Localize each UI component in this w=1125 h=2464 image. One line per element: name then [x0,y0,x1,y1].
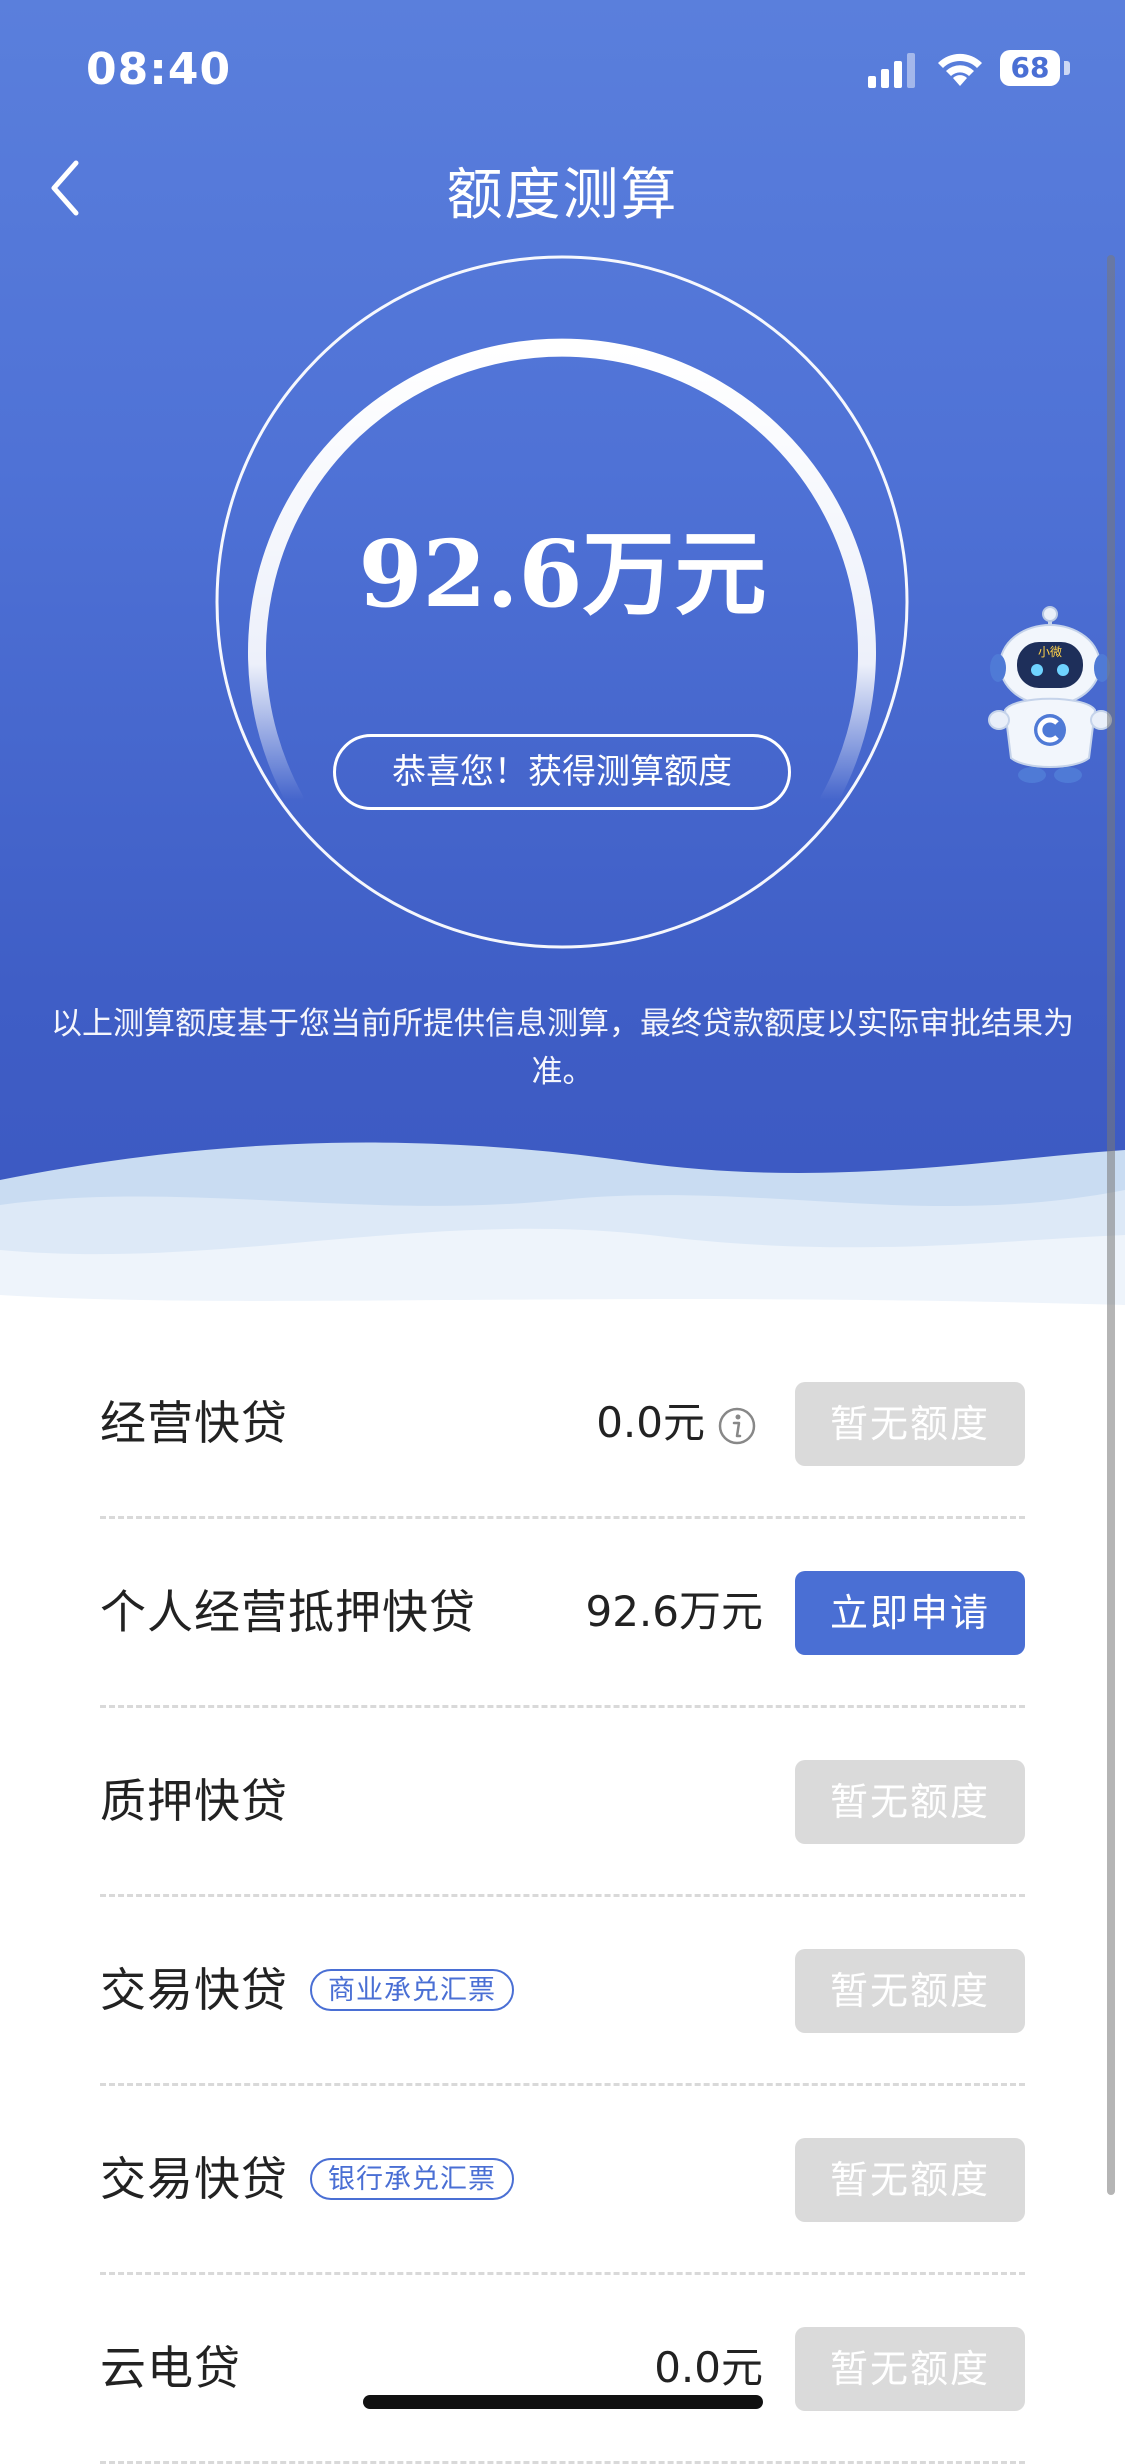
product-name: 个人经营抵押快贷 [100,1519,476,1705]
estimated-amount: 92.6万元 [358,520,767,628]
list-item: 云电贷 0.0元 暂无额度 [100,2275,1025,2464]
list-item: 交易快贷 商业承兑汇票 暂无额度 [100,1897,1025,2086]
loan-product-list: 经营快贷 0.0元 暂无额度 个人经营抵押快贷 92.6万元 立即申请 质押快贷… [100,1330,1025,2464]
product-name-label: 交易快贷 [100,2152,288,2206]
product-tag: 银行承兑汇票 [310,2157,514,2200]
no-quota-button: 暂无额度 [795,1382,1025,1466]
apply-now-button[interactable]: 立即申请 [795,1571,1025,1655]
no-quota-button: 暂无额度 [795,1760,1025,1844]
battery-indicator: 68 [1000,50,1060,86]
home-indicator[interactable] [363,2395,763,2409]
product-name-label: 质押快贷 [100,1774,288,1828]
assistant-robot-mascot-icon[interactable]: 小微 [985,600,1115,785]
congrats-badge: 恭喜您！获得测算额度 [333,734,791,810]
info-icon[interactable] [717,1406,757,1446]
list-item: 经营快贷 0.0元 暂无额度 [100,1330,1025,1519]
status-bar: 08:40 68 [0,0,1125,140]
product-name: 云电贷 [100,2275,241,2461]
battery-tip [1064,61,1070,75]
mascot-badge-text: 小微 [1038,645,1062,659]
disclaimer-text: 以上测算额度基于您当前所提供信息测算，最终贷款额度以实际审批结果为准。 [51,1006,1074,1090]
product-name-label: 经营快贷 [100,1396,288,1450]
no-quota-button: 暂无额度 [795,2327,1025,2411]
no-quota-button: 暂无额度 [795,1949,1025,2033]
page-title: 额度测算 [446,163,679,228]
scrollbar[interactable] [1107,255,1115,2195]
product-amount: 92.6万元 [585,1587,763,1636]
wave-decoration [0,1142,1125,1340]
product-amount: 0.0元 [596,1398,705,1447]
list-item: 交易快贷 银行承兑汇票 暂无额度 [100,2086,1025,2275]
list-item: 质押快贷 暂无额度 [100,1708,1025,1897]
product-name: 经营快贷 [100,1330,288,1516]
product-tag: 商业承兑汇票 [310,1968,514,2011]
product-name: 交易快贷 银行承兑汇票 [100,2086,514,2272]
product-name: 交易快贷 商业承兑汇票 [100,1897,514,2083]
product-name-label: 个人经营抵押快贷 [100,1585,476,1639]
cellular-signal-icon [868,53,915,88]
no-quota-button: 暂无额度 [795,2138,1025,2222]
product-name-label: 云电贷 [100,2341,241,2395]
list-item: 个人经营抵押快贷 92.6万元 立即申请 [100,1519,1025,1708]
status-time: 08:40 [86,44,232,95]
product-name-label: 交易快贷 [100,1963,288,2017]
wifi-icon [938,53,982,86]
product-name: 质押快贷 [100,1708,288,1894]
product-amount: 0.0元 [654,2343,763,2392]
